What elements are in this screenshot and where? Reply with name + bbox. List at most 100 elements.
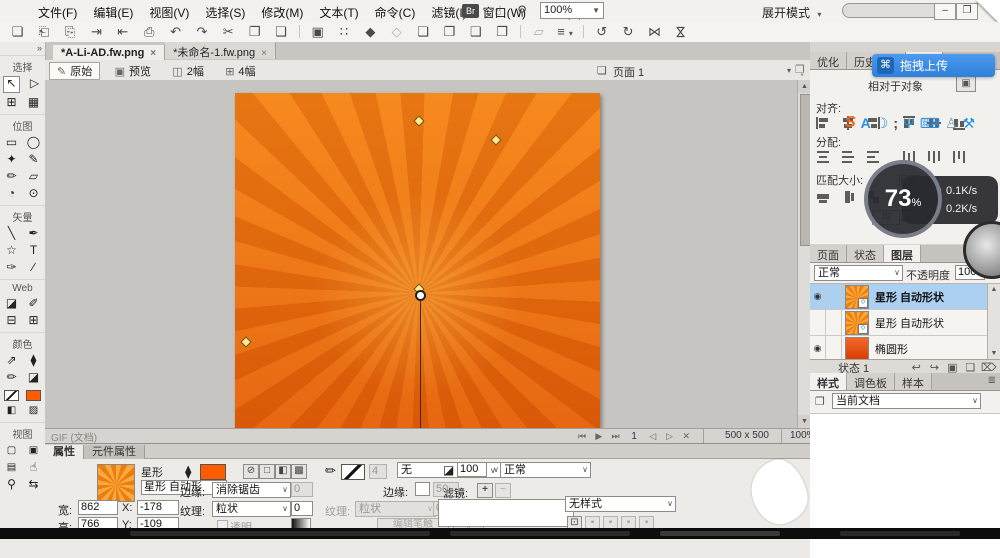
control-point[interactable] xyxy=(240,336,251,347)
expand-mode-button[interactable]: 展开模式 ▾ xyxy=(762,4,821,21)
stamp-tool-icon[interactable]: ⊙ xyxy=(26,186,41,201)
starburst-artwork[interactable] xyxy=(235,93,600,428)
freeform-tool-icon[interactable]: ✑ xyxy=(4,260,19,275)
cut-icon[interactable]: ✂ xyxy=(217,22,240,40)
ime-punctuation-icon[interactable]: ; xyxy=(893,115,898,131)
style-select[interactable]: 无样式 xyxy=(565,496,676,512)
hand-tool-icon[interactable]: ☝ xyxy=(26,460,41,475)
flip-vertical-icon[interactable]: ⋈ xyxy=(669,22,692,40)
tab-swatches[interactable]: 样本 xyxy=(895,373,932,390)
eraser-tool-icon[interactable]: ▱ xyxy=(26,169,41,184)
page-options-icon[interactable]: ❐̥ xyxy=(795,63,805,76)
full-screen-icon[interactable]: ▤ xyxy=(4,460,19,475)
menu-text[interactable]: 文本(T) xyxy=(311,0,366,21)
match-height-icon[interactable] xyxy=(841,190,857,204)
subselection-tool-icon[interactable]: ▷ xyxy=(27,76,42,91)
layer-thumbnail[interactable]: ◇ xyxy=(845,285,869,309)
show-slices-icon[interactable]: ⊞ xyxy=(26,313,41,328)
pointer-tool-icon[interactable]: ↖ xyxy=(3,76,20,93)
align-menu-icon[interactable]: ≡▾ xyxy=(554,22,577,39)
menu-view[interactable]: 视图(V) xyxy=(141,0,197,21)
distribute-bottom-icon[interactable] xyxy=(866,150,882,164)
next-frame-icon[interactable]: ▷ xyxy=(662,431,676,442)
doc-tab-2[interactable]: *未命名-1.fw.png× xyxy=(165,42,276,59)
marquee-tool-icon[interactable]: ▭ xyxy=(4,135,19,150)
last-frame-icon[interactable]: ⏭ xyxy=(609,431,623,442)
open-icon[interactable]: ⎘ xyxy=(59,22,82,40)
align-left-icon[interactable] xyxy=(816,116,832,130)
send-backward-icon[interactable]: ❑ xyxy=(464,22,487,40)
new-file-icon[interactable]: ❏ xyxy=(6,22,29,40)
paste-icon[interactable]: ❑ xyxy=(269,22,292,40)
lock-cell[interactable] xyxy=(826,336,842,361)
slice-tool-icon[interactable]: ✐ xyxy=(26,296,41,311)
ime-tools-icon[interactable]: ⚒ xyxy=(963,115,976,132)
tab-optimize[interactable]: 优化 xyxy=(810,52,847,69)
layers-scrollbar[interactable]: ▲▼ xyxy=(987,284,1000,359)
center-control-point[interactable] xyxy=(415,290,426,301)
stroke-color-icon[interactable]: ✏ xyxy=(4,370,19,385)
bring-to-front-icon[interactable]: ❏ xyxy=(412,22,435,40)
play-icon[interactable]: ▶ xyxy=(592,431,606,442)
add-filter-button[interactable]: + xyxy=(477,483,493,498)
fill-color-swatch[interactable] xyxy=(200,464,226,480)
split-icon[interactable]: ◇ xyxy=(385,22,408,40)
page-indicator[interactable]: 页面 1 xyxy=(613,64,644,80)
match-width-icon[interactable] xyxy=(816,190,832,204)
layer-row-1[interactable]: ◉ ◇ 星形 自动形状 xyxy=(810,284,1000,310)
layer-name[interactable]: 椭圆形 xyxy=(875,341,908,357)
import-icon[interactable]: ⇥ xyxy=(85,22,108,40)
chevron-down-icon[interactable]: ▾ xyxy=(787,66,791,75)
fill-color-swatch[interactable] xyxy=(26,390,41,401)
distribute-center-icon[interactable] xyxy=(927,150,943,164)
no-color-icon[interactable]: ▨ xyxy=(26,403,41,418)
lock-cell[interactable] xyxy=(826,310,842,335)
layer-row-2[interactable]: ◇ 星形 自动形状 xyxy=(810,310,1000,336)
flip-horizontal-icon[interactable]: ⋈ xyxy=(643,22,666,40)
hotspot-tool-icon[interactable]: ◪ xyxy=(4,296,19,311)
menu-select[interactable]: 选择(S) xyxy=(197,0,253,21)
lasso-tool-icon[interactable]: ◯ xyxy=(26,135,41,150)
prev-frame-icon[interactable]: ◁ xyxy=(646,431,660,442)
ime-keyboard-icon[interactable]: ⌨ xyxy=(920,115,940,132)
rotate-cw-icon[interactable]: ↻ xyxy=(617,22,640,40)
default-colors-icon[interactable]: ◧ xyxy=(4,403,19,418)
visibility-cell[interactable] xyxy=(810,310,826,335)
redo-icon[interactable]: ↷ xyxy=(190,22,213,40)
copy-icon[interactable]: ❐ xyxy=(243,22,266,40)
save-icon[interactable]: ⎗ xyxy=(32,22,55,40)
text-tool-icon[interactable]: T xyxy=(26,243,41,258)
layer-name[interactable]: 星形 自动形状 xyxy=(875,315,944,331)
first-frame-icon[interactable]: ⏮ xyxy=(575,431,589,442)
pen-tool-icon[interactable]: ✒ xyxy=(26,226,41,241)
ime-skin-icon[interactable]: ♙ xyxy=(945,115,958,132)
chevron-down-icon[interactable]: ∨ xyxy=(490,466,496,475)
tab-symbol-properties[interactable]: 元件属性 xyxy=(84,445,145,459)
layer-thumbnail[interactable]: ◇ xyxy=(845,311,869,335)
tab-layers[interactable]: 图层 xyxy=(884,245,921,262)
layer-name[interactable]: 星形 自动形状 xyxy=(875,289,944,305)
pencil-tool-icon[interactable]: ✏ xyxy=(4,169,19,184)
rotate-ccw-icon[interactable]: ↺ xyxy=(590,22,613,40)
fill-pattern-button[interactable]: ▩ xyxy=(291,464,307,479)
group-icon[interactable]: ▣ xyxy=(306,22,329,40)
blend-mode-select[interactable]: 正常 xyxy=(814,265,903,281)
ime-language-icon[interactable]: A xyxy=(861,115,871,131)
styles-source-select[interactable]: 当前文档 xyxy=(832,393,981,409)
shape-tool-icon[interactable]: ☆ xyxy=(4,243,19,258)
x-field[interactable]: -178 xyxy=(137,500,179,515)
video-player-bar[interactable] xyxy=(0,528,1000,539)
scroll-up-icon[interactable]: ▲ xyxy=(988,284,1000,293)
two-up-view-tab[interactable]: ◫2幅 xyxy=(165,63,211,79)
crop-tool-icon[interactable]: ▦ xyxy=(26,95,41,110)
menu-edit[interactable]: 编辑(E) xyxy=(85,0,141,21)
to-canvas-toggle[interactable]: ▣ xyxy=(956,76,976,92)
width-field[interactable]: 862 xyxy=(78,500,118,515)
vertical-scrollbar[interactable]: ▲ ▼ xyxy=(797,80,811,428)
standard-screen-icon[interactable]: ▢ xyxy=(4,443,19,458)
original-view-tab[interactable]: ✎原始 xyxy=(49,62,100,80)
menu-file[interactable]: 文件(F) xyxy=(30,0,85,21)
bring-forward-icon[interactable]: ❐ xyxy=(438,22,461,40)
minimize-button[interactable]: – xyxy=(934,3,956,20)
ime-mic-icon[interactable]: Ψ xyxy=(903,115,915,131)
